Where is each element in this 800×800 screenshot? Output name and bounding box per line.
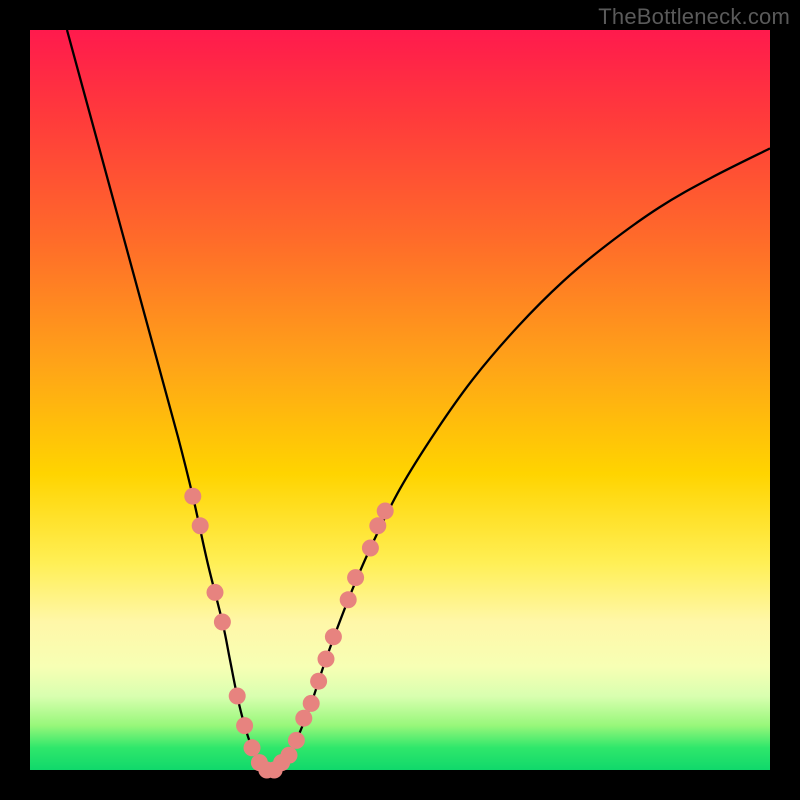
data-marker — [347, 569, 364, 586]
data-marker — [362, 540, 379, 557]
chart-svg — [30, 30, 770, 770]
data-marker — [236, 717, 253, 734]
data-marker — [184, 488, 201, 505]
data-marker — [377, 503, 394, 520]
watermark-text: TheBottleneck.com — [598, 4, 790, 30]
plot-area — [30, 30, 770, 770]
data-marker — [207, 584, 224, 601]
data-marker — [281, 747, 298, 764]
data-marker — [295, 710, 312, 727]
chart-frame: TheBottleneck.com — [0, 0, 800, 800]
data-marker — [288, 732, 305, 749]
data-marker — [369, 517, 386, 534]
bottleneck-curve — [67, 30, 770, 771]
data-marker — [310, 673, 327, 690]
data-marker — [303, 695, 320, 712]
data-marker — [318, 651, 335, 668]
data-marker — [244, 739, 261, 756]
data-marker — [325, 628, 342, 645]
data-marker — [214, 614, 231, 631]
data-marker — [229, 688, 246, 705]
data-marker — [340, 591, 357, 608]
data-marker — [192, 517, 209, 534]
marker-group — [184, 488, 393, 779]
